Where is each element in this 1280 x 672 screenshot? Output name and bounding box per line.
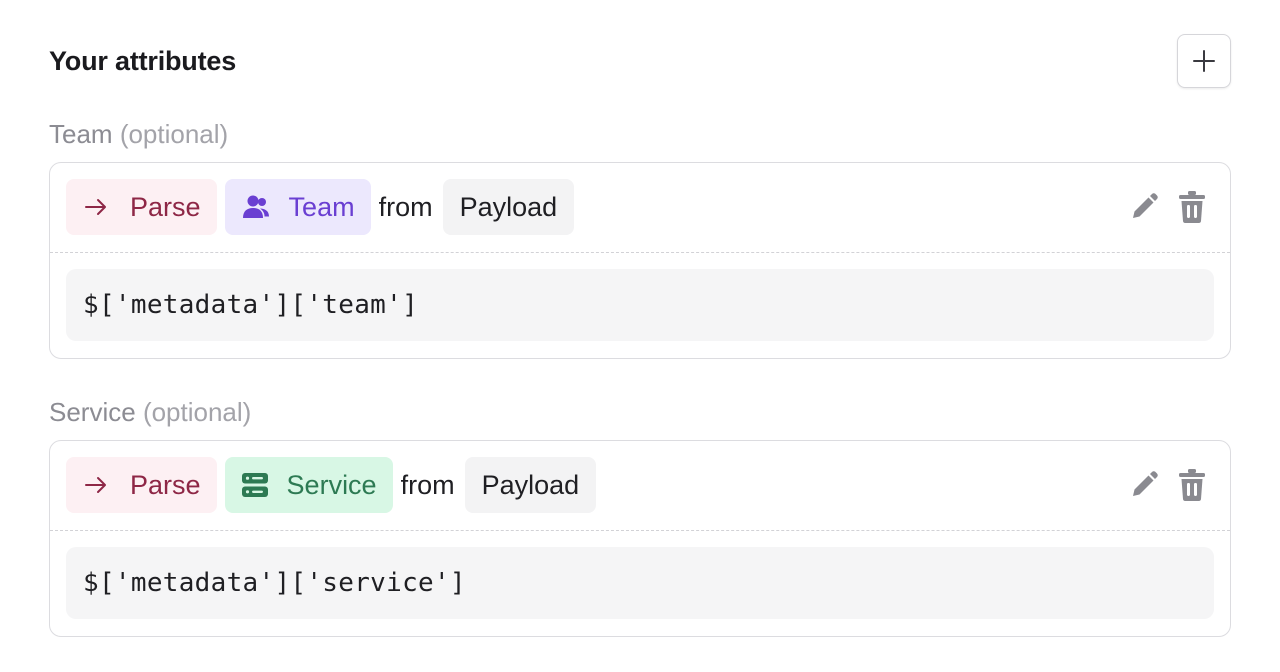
- edit-button[interactable]: [1128, 467, 1160, 503]
- from-label: from: [378, 191, 433, 222]
- attribute-name: Team: [49, 119, 113, 149]
- section-title: Your attributes: [49, 46, 237, 76]
- card-divider: [50, 252, 1230, 253]
- optional-tag: (optional): [119, 119, 229, 149]
- delete-button[interactable]: [1176, 189, 1208, 225]
- operation-label: Parse: [130, 469, 201, 500]
- pencil-icon: [1133, 193, 1158, 218]
- expression-summary: Parse Team from Payload: [66, 179, 1214, 235]
- source-pill[interactable]: Payload: [464, 457, 597, 513]
- attribute-type-pill[interactable]: Team: [224, 179, 371, 235]
- users-icon: [241, 194, 271, 220]
- plus-icon: [1193, 50, 1215, 72]
- card-actions: [1128, 467, 1214, 503]
- attribute-service: Service (optional) Parse Service from Pa…: [49, 392, 1231, 637]
- add-attribute-button[interactable]: [1177, 34, 1231, 88]
- attribute-label: Team (optional): [49, 114, 1231, 154]
- attribute-label: Service (optional): [49, 392, 1231, 432]
- edit-button[interactable]: [1128, 189, 1160, 225]
- card-actions: [1128, 189, 1214, 225]
- arrow-right-icon: [85, 477, 106, 493]
- trash-icon: [1179, 191, 1205, 223]
- operation-label: Parse: [130, 191, 201, 222]
- attribute-type-label: Team: [288, 191, 355, 222]
- expression-code[interactable]: $['metadata']['service']: [66, 547, 1214, 619]
- optional-tag: (optional): [142, 397, 252, 427]
- card-divider: [50, 530, 1230, 531]
- expression-code[interactable]: $['metadata']['team']: [66, 269, 1214, 341]
- expression-summary: Parse Service from Payload: [66, 457, 1214, 513]
- from-label: from: [400, 469, 455, 500]
- delete-button[interactable]: [1176, 467, 1208, 503]
- attribute-card: Parse Service from Payload $['metadata']…: [49, 440, 1231, 637]
- pencil-icon: [1133, 471, 1158, 496]
- attribute-team: Team (optional) Parse Team from Payload …: [49, 114, 1231, 359]
- attributes-header: Your attributes: [49, 34, 1231, 90]
- operation-pill[interactable]: Parse: [66, 457, 217, 513]
- attribute-name: Service: [49, 397, 136, 427]
- attribute-type-label: Service: [286, 469, 377, 500]
- source-pill[interactable]: Payload: [442, 179, 575, 235]
- trash-icon: [1179, 469, 1205, 501]
- source-label: Payload: [459, 191, 558, 222]
- server-icon: [241, 472, 269, 498]
- source-label: Payload: [481, 469, 580, 500]
- operation-pill[interactable]: Parse: [66, 179, 217, 235]
- attribute-type-pill[interactable]: Service: [224, 457, 393, 513]
- arrow-right-icon: [85, 199, 106, 215]
- attribute-card: Parse Team from Payload $['metadata']['t…: [49, 162, 1231, 359]
